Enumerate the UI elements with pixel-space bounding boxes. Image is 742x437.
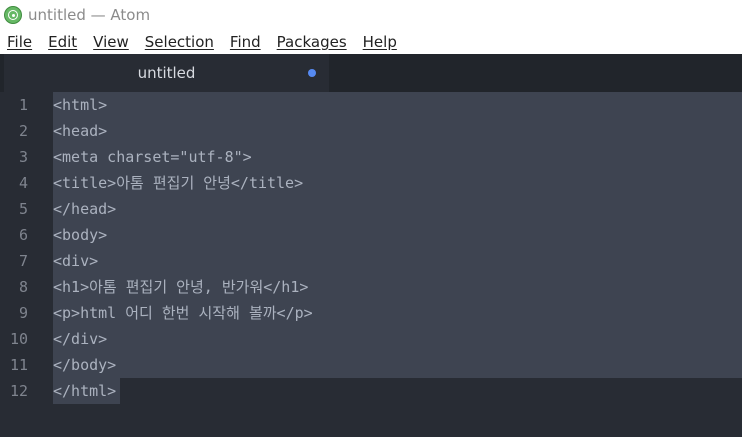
line-text[interactable]: </div> (53, 326, 107, 352)
line-text[interactable]: <body> (53, 222, 107, 248)
line-number: 12 (9, 382, 28, 400)
code-line[interactable]: 5 </head> (0, 196, 742, 222)
code-line[interactable]: 2 <head> (0, 118, 742, 144)
menu-selection[interactable]: Selection (145, 33, 214, 51)
code-line[interactable]: 6 <body> (0, 222, 742, 248)
line-text[interactable]: <div> (53, 248, 98, 274)
modified-dot-icon[interactable] (308, 69, 316, 77)
menu-view[interactable]: View (93, 33, 129, 51)
line-number: 2 (18, 122, 28, 140)
line-number: 6 (18, 226, 28, 244)
code-line[interactable]: 10 </div> (0, 326, 742, 352)
line-number: 3 (18, 148, 28, 166)
line-text[interactable]: </head> (53, 196, 116, 222)
code-line[interactable]: 12 </html> (0, 378, 742, 404)
code-line[interactable]: 11 </body> (0, 352, 742, 378)
menu-bar: File Edit View Selection Find Packages H… (0, 30, 742, 54)
line-number: 9 (18, 304, 28, 322)
line-number: 7 (18, 252, 28, 270)
line-number: 11 (9, 356, 28, 374)
line-number: 4 (18, 174, 28, 192)
tab-title: untitled (137, 64, 196, 82)
atom-icon (4, 6, 22, 24)
code-line[interactable]: 9 <p>html 어디 한번 시작해 볼까</p> (0, 300, 742, 326)
tab-untitled[interactable]: untitled (4, 54, 329, 92)
window-title: untitled — Atom (28, 6, 151, 24)
line-text[interactable]: <head> (53, 118, 107, 144)
menu-file[interactable]: File (7, 33, 32, 51)
menu-help[interactable]: Help (363, 33, 397, 51)
line-number: 1 (18, 96, 28, 114)
code-line[interactable]: 8 <h1>아톰 편집기 안녕, 반가워</h1> (0, 274, 742, 300)
tab-bar: untitled (0, 54, 742, 92)
text-editor[interactable]: 1 <html> 2 <head> 3 <meta charset="utf-8… (0, 92, 742, 437)
line-text[interactable]: </html> (53, 378, 116, 404)
code-line[interactable]: 3 <meta charset="utf-8"> (0, 144, 742, 170)
line-text[interactable]: <title>아톰 편집기 안녕</title> (53, 170, 303, 196)
line-number: 8 (18, 278, 28, 296)
line-text[interactable]: <p>html 어디 한번 시작해 볼까</p> (53, 300, 313, 326)
menu-edit[interactable]: Edit (48, 33, 77, 51)
code-line[interactable]: 7 <div> (0, 248, 742, 274)
line-number: 10 (9, 330, 28, 348)
line-text[interactable]: </body> (53, 352, 116, 378)
line-number: 5 (18, 200, 28, 218)
menu-packages[interactable]: Packages (277, 33, 347, 51)
code-line[interactable]: 4 <title>아톰 편집기 안녕</title> (0, 170, 742, 196)
menu-find[interactable]: Find (230, 33, 261, 51)
code-line[interactable]: 1 <html> (0, 92, 742, 118)
line-text[interactable]: <html> (53, 92, 107, 118)
line-text[interactable]: <meta charset="utf-8"> (53, 144, 252, 170)
title-bar: untitled — Atom (0, 0, 742, 30)
line-text[interactable]: <h1>아톰 편집기 안녕, 반가워</h1> (53, 274, 308, 300)
